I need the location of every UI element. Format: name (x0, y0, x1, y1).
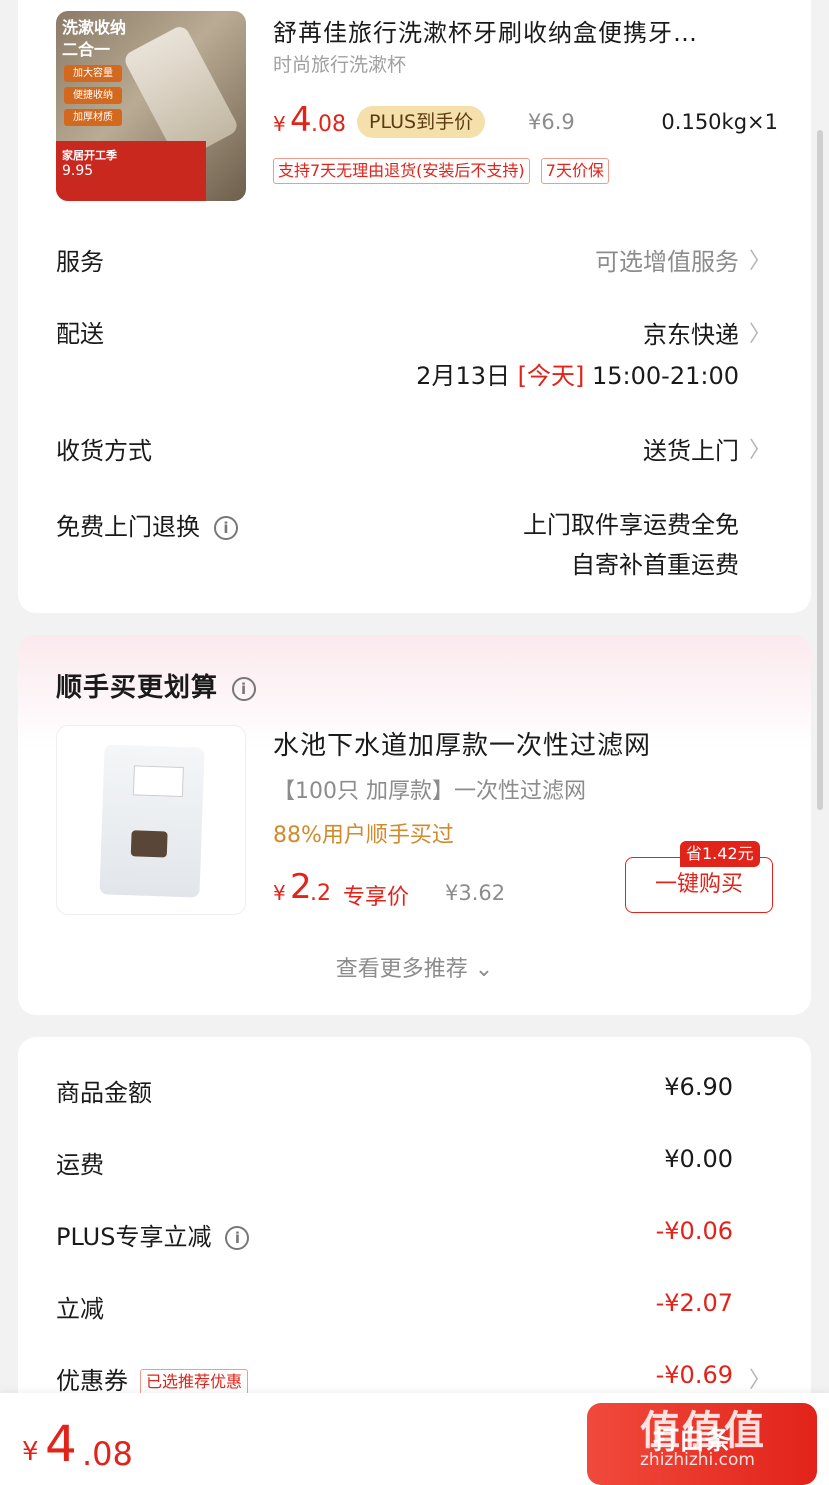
plus-discount-value: -¥0.06 (655, 1217, 733, 1245)
quantity: 0.150kg×1 (661, 110, 778, 134)
total-currency: ¥ (22, 1437, 39, 1467)
more-recommend-link[interactable]: 查看更多推荐 ⌄ (18, 951, 811, 983)
receive-label: 收货方式 (56, 437, 152, 465)
price-label: 专享价 (343, 885, 410, 910)
chevron-right-icon[interactable]: 〉 (749, 1362, 771, 1394)
price-currency: ¥ (273, 881, 286, 905)
service-value[interactable]: 可选增值服务 (595, 242, 739, 277)
thumb-tag: 加大容量 (64, 65, 122, 82)
thumb-tag: 便捷收纳 (64, 87, 122, 104)
product-subtitle: 时尚旅行洗漱杯 (273, 54, 407, 76)
chevron-right-icon[interactable]: 〉 (749, 432, 771, 464)
delivery-today: [今天] (517, 362, 585, 390)
price-integer: 4 (290, 100, 312, 140)
info-icon[interactable]: i (214, 516, 238, 540)
watermark: 值值值 zhizhizhi.com (640, 1398, 820, 1478)
discount-label: 立减 (56, 1295, 104, 1323)
recommend-card: 顺手买更划算 i 水池下水道加厚款一次性过滤网 【100只 加厚款】一次性过滤网 … (18, 635, 811, 1015)
chevron-right-icon[interactable]: 〉 (749, 243, 771, 275)
total-integer: 4 (45, 1415, 77, 1473)
coupon-label: 优惠券 已选推荐优惠 (56, 1361, 249, 1396)
recommend-spec: 【100只 加厚款】一次性过滤网 (273, 779, 586, 804)
coupon-tag: 已选推荐优惠 (140, 1369, 249, 1395)
watermark-site: zhizhizhi.com (640, 1450, 755, 1470)
recommend-buy-rate: 88%用户顺手买过 (273, 823, 454, 848)
free-return-line2: 自寄补首重运费 (571, 551, 739, 579)
discount-value: -¥2.07 (655, 1289, 733, 1317)
shipping-value: ¥0.00 (664, 1145, 733, 1173)
chevron-right-icon[interactable]: 〉 (749, 316, 771, 348)
delivery-window: 15:00-21:00 (592, 362, 739, 390)
product-image (99, 744, 205, 898)
watermark-logo: 值值值 (640, 1408, 766, 1454)
save-tag: 省1.42元 (680, 841, 760, 867)
price-currency: ¥ (273, 112, 286, 136)
product-card: 洗漱收纳 二合一 加大容量 便捷收纳 加厚材质 家居开工季 9.95 舒苒佳旅行… (18, 0, 811, 613)
product-title[interactable]: 舒苒佳旅行洗漱杯牙刷收纳盒便携牙… (273, 13, 773, 48)
recommend-name[interactable]: 水池下水道加厚款一次性过滤网 (273, 725, 651, 762)
original-price: ¥6.9 (528, 110, 575, 134)
free-return-label: 免费上门退换 i (56, 507, 238, 542)
plus-discount-text: PLUS专享立减 (56, 1223, 212, 1251)
free-return-text: 免费上门退换 (56, 513, 200, 541)
product-thumbnail[interactable]: 洗漱收纳 二合一 加大容量 便捷收纳 加厚材质 家居开工季 9.95 (56, 11, 246, 201)
goods-value: ¥6.90 (664, 1073, 733, 1101)
delivery-date: 2月13日 (416, 362, 510, 390)
service-badges: 支持7天无理由退货(安装后不支持) 7天价保 (273, 158, 615, 184)
price-protect-badge: 7天价保 (540, 158, 609, 184)
delivery-label: 配送 (56, 320, 104, 348)
goods-label: 商品金额 (56, 1079, 152, 1107)
recommend-price: ¥ 2 .2 专享价 ¥3.62 (273, 867, 513, 910)
info-icon[interactable]: i (232, 676, 257, 701)
price-integer: 2 (290, 867, 312, 907)
price-decimal: .08 (311, 112, 346, 137)
basket-image (130, 830, 168, 858)
thumb-tag: 加厚材质 (64, 109, 122, 126)
promo-title: 家居开工季 (62, 149, 117, 162)
promo-price: 9.95 (62, 163, 94, 179)
coupon-value[interactable]: -¥0.69 (656, 1361, 733, 1389)
service-label: 服务 (56, 248, 104, 276)
product-price-row: ¥ 4 .08 PLUS到手价 ¥6.9 0.150kg×1 (273, 100, 778, 140)
recommend-title: 顺手买更划算 i (56, 667, 257, 704)
receive-value[interactable]: 送货上门 (643, 431, 739, 466)
thumb-promo: 家居开工季 9.95 (56, 141, 206, 201)
recommend-title-text: 顺手买更划算 (56, 673, 219, 703)
package-label (132, 765, 184, 798)
recommend-thumbnail[interactable] (56, 725, 246, 915)
return-badge: 支持7天无理由退货(安装后不支持) (273, 158, 530, 184)
old-price: ¥3.62 (445, 881, 506, 905)
free-return-line1: 上门取件享运费全免 (523, 511, 739, 539)
delivery-value[interactable]: 京东快递 (643, 315, 739, 350)
scrollbar[interactable] (817, 130, 823, 810)
delivery-time: 2月13日 [今天] 15:00-21:00 (416, 356, 739, 391)
info-icon[interactable]: i (225, 1226, 250, 1250)
plus-price-badge: PLUS到手价 (357, 106, 486, 138)
price-decimal: .2 (310, 881, 331, 906)
total-decimal: .08 (82, 1435, 133, 1473)
shipping-label: 运费 (56, 1151, 104, 1179)
plus-discount-label: PLUS专享立减 i (56, 1217, 250, 1252)
coupon-text: 优惠券 (56, 1367, 128, 1395)
thumb-title: 洗漱收纳 二合一 (62, 18, 127, 59)
